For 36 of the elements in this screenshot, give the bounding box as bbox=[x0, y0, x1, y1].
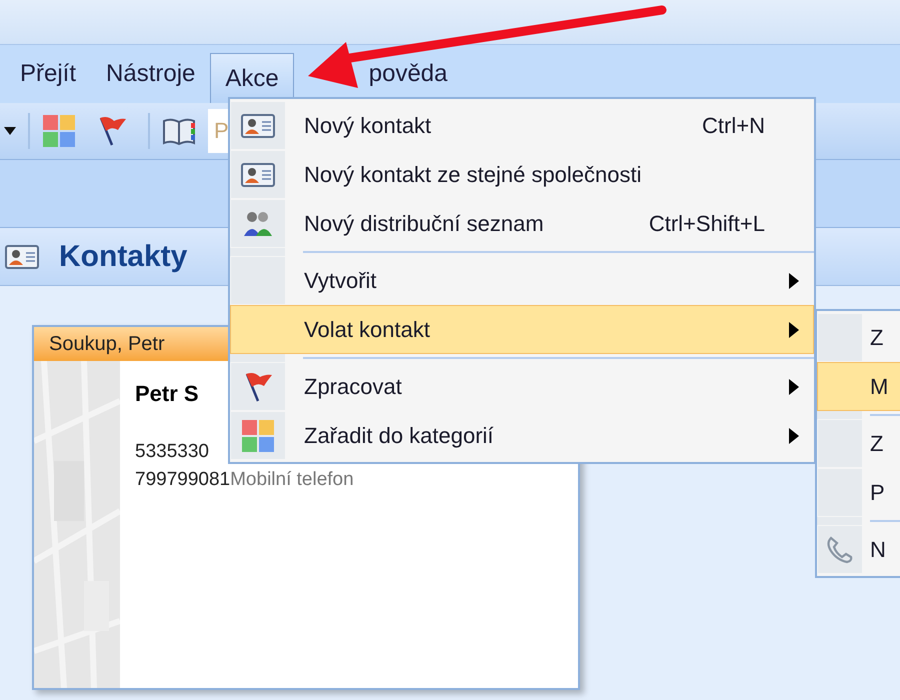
contact-card-icon bbox=[241, 114, 275, 138]
shortcut-label: Ctrl+N bbox=[702, 112, 765, 140]
phone-number: 5335330 bbox=[135, 440, 209, 464]
phone-number: 799799081 bbox=[135, 468, 230, 492]
dropdown-arrow-icon[interactable] bbox=[4, 127, 16, 135]
folder-icon bbox=[5, 244, 39, 268]
menu-item-label: M bbox=[870, 373, 888, 401]
categories-icon bbox=[241, 418, 275, 452]
menu-item-label: Zařadit do kategorií bbox=[304, 422, 494, 450]
menu-item-label: Z bbox=[870, 324, 884, 352]
menu-item[interactable]: Volat kontakt bbox=[230, 305, 814, 354]
folder-title: Kontakty bbox=[59, 239, 188, 275]
shortcut-label: Ctrl+Shift+L bbox=[648, 210, 765, 238]
phone-icon bbox=[825, 534, 855, 564]
contact-name: Petr S bbox=[135, 381, 199, 406]
menu-item[interactable]: Nový kontakt Ctrl+N bbox=[230, 101, 814, 150]
menu-item-label: Nový kontakt bbox=[304, 112, 432, 140]
menu-item-label: Nový distribuční seznam bbox=[304, 210, 544, 238]
menu-item[interactable]: Nový distribuční seznam Ctrl+Shift+L bbox=[230, 199, 814, 248]
contact-card-icon bbox=[241, 162, 275, 186]
menu-item-label: Z bbox=[870, 430, 884, 458]
menu-item[interactable]: Vytvořit bbox=[230, 256, 814, 305]
menu-item-label: P bbox=[870, 479, 885, 507]
menu-item[interactable]: Nový kontakt ze stejné společnosti bbox=[230, 150, 814, 199]
people-icon bbox=[243, 210, 273, 238]
phone-label: Mobilní telefon bbox=[230, 468, 354, 492]
menu-item[interactable]: Nástroje bbox=[91, 49, 210, 99]
menu-item-label: Zpracovat bbox=[304, 373, 402, 401]
menu-item-label: Vytvořit bbox=[304, 267, 377, 295]
menu-item-label: Nový kontakt ze stejné společnosti bbox=[304, 161, 642, 189]
menu-item[interactable]: pověda bbox=[354, 49, 462, 99]
menu-item[interactable]: Akce bbox=[210, 53, 294, 103]
menu-item-label: N bbox=[870, 536, 886, 564]
menu-item[interactable]: Přejít bbox=[5, 49, 92, 99]
menu-item[interactable]: M bbox=[817, 362, 900, 411]
categories-icon bbox=[42, 114, 76, 148]
